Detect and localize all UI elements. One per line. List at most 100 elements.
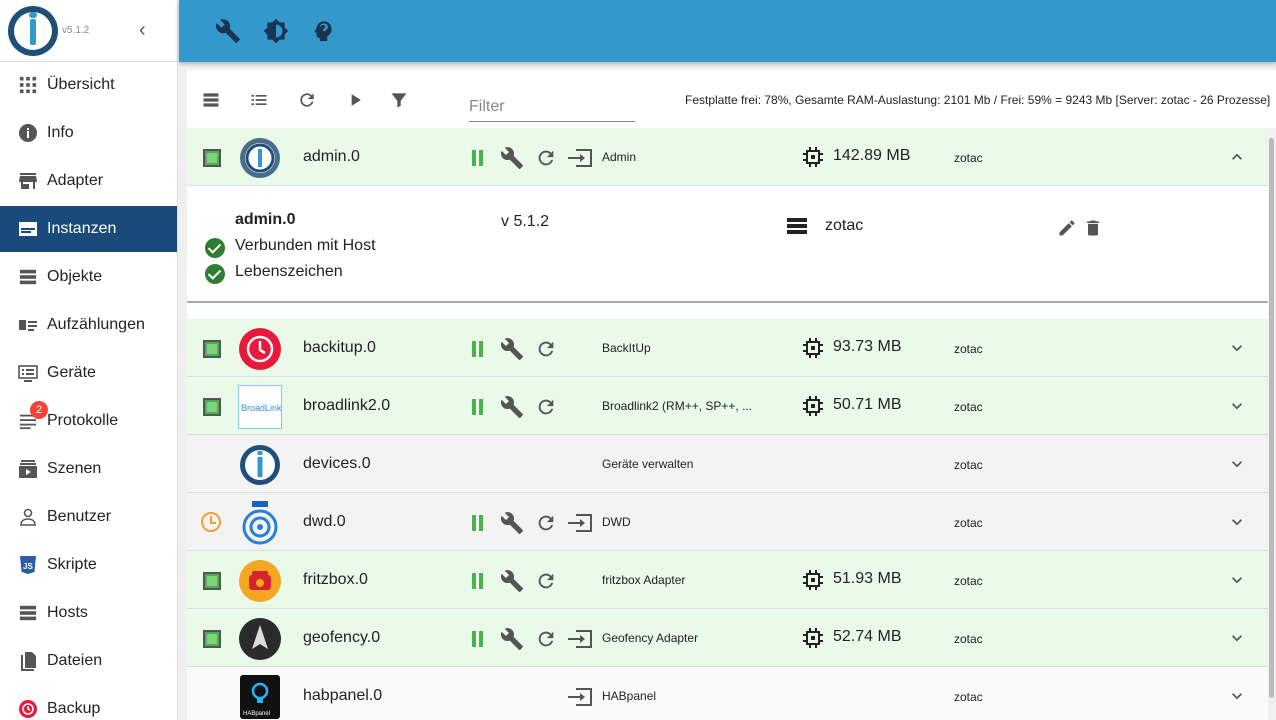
chevron-down-icon[interactable] <box>1227 396 1247 416</box>
instance-details: admin.0 Verbunden mit Host Lebenszeichen… <box>187 203 1268 303</box>
wrench-icon[interactable] <box>500 395 524 419</box>
filter-input[interactable]: Filter <box>469 90 635 122</box>
view-list-icon[interactable] <box>247 88 271 112</box>
enabled-checkbox[interactable] <box>203 572 221 590</box>
theme-toggle-icon[interactable] <box>263 18 289 44</box>
habpanel-logo-text: HABpanel <box>243 711 271 717</box>
restart-icon[interactable] <box>535 147 557 169</box>
enabled-checkbox[interactable] <box>203 630 221 648</box>
sidebar-item-übersicht[interactable]: Übersicht <box>0 62 177 108</box>
wrench-icon[interactable] <box>500 146 524 170</box>
sidebar-item-skripte[interactable]: JS Skripte <box>0 542 177 588</box>
instances-panel: Filter Festplatte frei: 78%, Gesamte RAM… <box>187 70 1276 720</box>
details-instance-name: admin.0 <box>235 211 296 228</box>
pause-icon[interactable] <box>471 631 485 647</box>
edit-icon[interactable] <box>1057 218 1077 238</box>
sidebar-item-protokolle[interactable]: 2 Protokolle <box>0 398 177 444</box>
apps-icon <box>18 75 38 95</box>
sidebar-item-label: Benutzer <box>47 508 112 525</box>
sidebar-item-szenen[interactable]: Szenen <box>0 446 177 492</box>
enabled-checkbox[interactable] <box>203 398 221 416</box>
table-row[interactable]: habpanel.0 HABpanel zotac HABpanel <box>187 667 1268 720</box>
sidebar-item-aufzählungen[interactable]: Aufzählungen <box>0 302 177 348</box>
open-adapter-icon[interactable] <box>567 629 593 649</box>
sidebar-item-objekte[interactable]: Objekte <box>0 254 177 300</box>
chevron-up-icon[interactable] <box>1227 147 1247 167</box>
sidebar-item-label: Szenen <box>47 460 102 477</box>
enabled-checkbox[interactable] <box>203 340 221 358</box>
table-row[interactable]: fritzbox.0 fritzbox Adapter 51.93 MB zotac <box>187 551 1268 609</box>
instances-toolbar: Filter Festplatte frei: 78%, Gesamte RAM… <box>187 70 1276 128</box>
sidebar-item-label: Skripte <box>47 556 97 573</box>
instance-host: zotac <box>954 151 983 165</box>
table-row[interactable]: BroadLink broadlink2.0 Broadlink2 (RM++, S… <box>187 377 1268 435</box>
restart-icon[interactable] <box>535 338 557 360</box>
sidebar-item-hosts[interactable]: Hosts <box>0 590 177 636</box>
memory-usage: 51.93 MB <box>833 570 902 587</box>
sidebar-item-instanzen[interactable]: Instanzen <box>0 206 177 252</box>
sidebar-item-benutzer[interactable]: Benutzer <box>0 494 177 540</box>
pause-icon[interactable] <box>471 150 485 166</box>
enum-icon <box>18 315 38 335</box>
pause-icon[interactable] <box>471 573 485 589</box>
chevron-down-icon[interactable] <box>1227 454 1247 474</box>
memory-usage: 93.73 MB <box>833 338 902 355</box>
chevron-down-icon[interactable] <box>1227 338 1247 358</box>
chevron-down-icon[interactable] <box>1227 512 1247 532</box>
chevron-down-icon[interactable] <box>1227 570 1247 590</box>
sidebar-header: v5.1.2 ‹ <box>0 0 177 62</box>
restart-icon[interactable] <box>535 628 557 650</box>
wrench-icon[interactable] <box>500 511 524 535</box>
table-row[interactable]: dwd.0 DWD zotac <box>187 493 1268 551</box>
wrench-icon[interactable] <box>500 337 524 361</box>
sidebar-item-label: Backup <box>47 700 101 717</box>
log-icon: 2 <box>18 401 48 431</box>
scenes-icon <box>18 459 38 479</box>
restart-icon[interactable] <box>535 512 557 534</box>
restart-icon[interactable] <box>535 570 557 592</box>
view-compact-icon[interactable] <box>199 88 223 112</box>
restart-icon[interactable] <box>535 396 557 418</box>
alive-status: Lebenszeichen <box>235 263 343 280</box>
sidebar-item-backup[interactable]: Backup <box>0 686 177 720</box>
instance-title: DWD <box>602 515 631 529</box>
collapse-sidebar-icon[interactable]: ‹ <box>139 19 146 42</box>
play-icon[interactable] <box>343 88 367 112</box>
table-row[interactable]: admin.0 Admin 142.89 MB zotac <box>187 128 1268 186</box>
wrench-icon[interactable] <box>215 18 241 44</box>
instance-version: v 5.1.2 <box>501 213 550 230</box>
open-adapter-icon[interactable] <box>567 687 593 707</box>
sidebar-item-label: Instanzen <box>47 220 117 237</box>
iobroker-logo-icon[interactable] <box>8 6 58 56</box>
sidebar-item-info[interactable]: Info <box>0 110 177 156</box>
open-adapter-icon[interactable] <box>567 148 593 168</box>
sidebar-item-adapter[interactable]: Adapter <box>0 158 177 204</box>
table-row[interactable]: backitup.0 BackItUp 93.73 MB zotac <box>187 319 1268 377</box>
expert-mode-icon[interactable] <box>310 18 336 44</box>
refresh-icon[interactable] <box>295 88 319 112</box>
table-row[interactable]: geofency.0 Geofency Adapter 52.74 MB zotac <box>187 609 1268 667</box>
table-row[interactable]: devices.0 Geräte verwalten zotac <box>187 435 1268 493</box>
instance-title: fritzbox Adapter <box>602 573 686 587</box>
memory-chip-icon <box>803 628 823 648</box>
wrench-icon[interactable] <box>500 569 524 593</box>
open-adapter-icon[interactable] <box>567 513 593 533</box>
version-label: v5.1.2 <box>62 25 90 36</box>
chevron-down-icon[interactable] <box>1227 686 1247 706</box>
wrench-icon[interactable] <box>500 627 524 651</box>
sidebar-item-dateien[interactable]: Dateien <box>0 638 177 684</box>
pause-icon[interactable] <box>471 515 485 531</box>
sidebar-item-geräte[interactable]: Geräte <box>0 350 177 396</box>
pause-icon[interactable] <box>471 341 485 357</box>
geofency-logo-icon <box>238 617 282 661</box>
scrollbar[interactable] <box>1268 128 1276 720</box>
js-icon: JS <box>18 555 38 575</box>
memory-usage: 52.74 MB <box>833 628 902 645</box>
enabled-checkbox[interactable] <box>203 149 221 167</box>
pause-icon[interactable] <box>471 399 485 415</box>
chevron-down-icon[interactable] <box>1227 628 1247 648</box>
memory-usage: 142.89 MB <box>833 147 911 164</box>
delete-icon[interactable] <box>1083 218 1101 238</box>
backup-icon <box>18 699 38 719</box>
filter-icon[interactable] <box>387 88 411 112</box>
